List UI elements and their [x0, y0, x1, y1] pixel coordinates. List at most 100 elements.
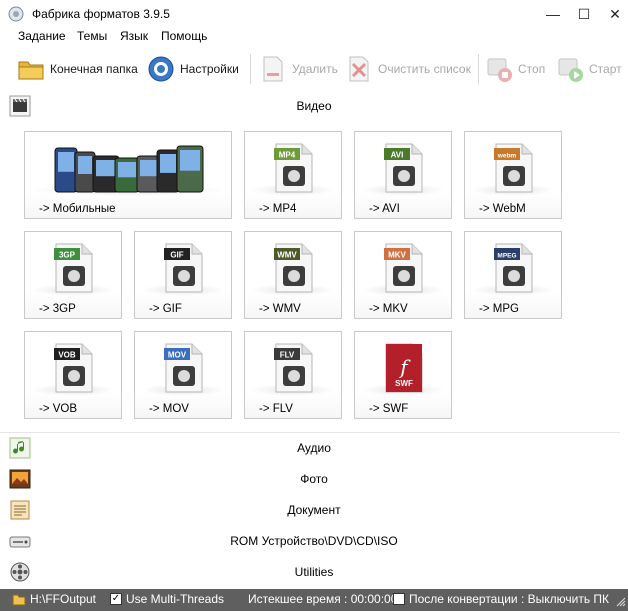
category-photo-label: Фото — [300, 472, 328, 486]
svg-text:GIF: GIF — [170, 251, 183, 260]
category-document-label: Документ — [287, 503, 341, 517]
output-folder-label: Конечная папка — [50, 62, 138, 76]
category-video-label: Видео — [296, 99, 332, 113]
settings-gear-icon — [146, 54, 176, 84]
mov-file-icon: MOV — [164, 343, 203, 393]
menu-help[interactable]: Помощь — [161, 29, 207, 43]
after-conversion-checkbox[interactable] — [393, 593, 405, 605]
svg-text:MPEG: MPEG — [497, 253, 516, 260]
svg-text:MP4: MP4 — [279, 151, 296, 160]
menu-themes[interactable]: Темы — [77, 29, 107, 43]
format-tile-label: -> MP4 — [259, 203, 297, 215]
svg-text:MKV: MKV — [388, 251, 406, 260]
clear-list-label: Очистить список — [378, 62, 471, 76]
delete-label: Удалить — [292, 62, 338, 76]
category-audio[interactable]: Аудио — [0, 434, 628, 462]
minimize-button[interactable]: — — [536, 0, 570, 28]
divider — [0, 432, 620, 433]
delete-document-icon — [258, 54, 288, 84]
wmv-file-icon: WMV — [274, 243, 313, 293]
menu-bar: Задание Темы Язык Помощь — [0, 28, 628, 46]
category-rom-label: ROM Устройство\DVD\CD\ISO — [230, 534, 398, 548]
category-rom-device[interactable]: ROM Устройство\DVD\CD\ISO — [0, 527, 628, 555]
clear-list-button[interactable]: Очистить список — [344, 50, 471, 88]
format-tile-avi[interactable]: AVI -> AVI — [354, 131, 452, 219]
svg-text:3GP: 3GP — [59, 251, 76, 260]
stop-button[interactable]: Стоп — [484, 50, 545, 88]
swf-file-icon: SWFf — [385, 343, 423, 393]
format-tile-webm[interactable]: webm -> WebM — [464, 131, 562, 219]
output-folder-button[interactable]: Конечная папка — [16, 50, 138, 88]
format-tile-label: -> MOV — [149, 403, 189, 415]
svg-text:webm: webm — [497, 153, 517, 160]
format-tile-mpg[interactable]: MPEG -> MPG — [464, 231, 562, 319]
flv-file-icon: FLV — [274, 343, 313, 393]
output-path: H:\FFOutput — [30, 592, 97, 606]
format-tile-mkv[interactable]: MKV -> MKV — [354, 231, 452, 319]
toolbar-separator — [250, 54, 251, 84]
window-title: Фабрика форматов 3.9.5 — [32, 7, 170, 21]
gif-file-icon: GIF — [164, 243, 203, 293]
menu-language[interactable]: Язык — [120, 29, 148, 43]
avi-file-icon: AVI — [384, 143, 423, 193]
mpg-file-icon: MPEG — [494, 243, 533, 293]
stop-icon — [484, 54, 514, 84]
format-tile-label: -> VOB — [39, 403, 78, 415]
format-tile-mp4[interactable]: MP4 -> MP4 — [244, 131, 342, 219]
toolbar-separator — [478, 54, 479, 84]
mobile-devices-icon — [54, 145, 204, 193]
category-utilities[interactable]: Utilities — [0, 558, 628, 586]
mkv-file-icon: MKV — [384, 243, 423, 293]
format-tile-label: -> WebM — [479, 203, 526, 215]
app-logo-icon — [8, 6, 24, 22]
svg-text:VOB: VOB — [58, 351, 76, 360]
resize-grip-icon[interactable] — [616, 597, 626, 607]
menu-task[interactable]: Задание — [18, 29, 66, 43]
webm-file-icon: webm — [494, 143, 533, 193]
toolbar: Конечная папка Настройки Удалить Очистит… — [0, 50, 628, 88]
format-tile-label: -> 3GP — [39, 303, 76, 315]
format-tile-swf[interactable]: SWF f -> SWF — [354, 331, 452, 419]
format-tile-3gp[interactable]: 3GP -> 3GP — [24, 231, 122, 319]
format-tile-flv[interactable]: FLV -> FLV — [244, 331, 342, 419]
category-photo[interactable]: Фото — [0, 465, 628, 493]
format-tile-label: -> SWF — [369, 403, 409, 415]
multithreads-toggle[interactable]: ✓ Use Multi-Threads — [110, 592, 224, 606]
maximize-button[interactable]: ☐ — [567, 0, 601, 28]
mp4-file-icon: MP4 — [274, 143, 313, 193]
status-bar: H:\FFOutput ✓ Use Multi-Threads Истекшее… — [0, 589, 628, 611]
format-tile-label: -> MKV — [369, 303, 408, 315]
stop-label: Стоп — [518, 62, 546, 76]
start-label: Старт — [589, 62, 622, 76]
category-utilities-label: Utilities — [294, 565, 334, 579]
format-tile-label: -> AVI — [369, 203, 400, 215]
category-document[interactable]: Документ — [0, 496, 628, 524]
settings-button[interactable]: Настройки — [146, 50, 239, 88]
format-tile-mobile[interactable]: -> Мобильные — [24, 131, 232, 219]
multithreads-label: Use Multi-Threads — [126, 592, 225, 606]
format-tile-vob[interactable]: VOB -> VOB — [24, 331, 122, 419]
start-icon — [555, 54, 585, 84]
format-tile-gif[interactable]: GIF -> GIF — [134, 231, 232, 319]
elapsed-time-text: Истекшее время : 00:00:00 — [248, 592, 398, 606]
vob-file-icon: VOB — [54, 343, 93, 393]
format-tile-label: -> Мобильные — [39, 203, 116, 215]
format-tile-mov[interactable]: MOV -> MOV — [134, 331, 232, 419]
format-tile-wmv[interactable]: WMV -> WMV — [244, 231, 342, 319]
folder-icon — [12, 594, 26, 605]
folder-icon — [16, 54, 46, 84]
output-path-item[interactable]: H:\FFOutput — [12, 592, 96, 606]
category-video[interactable]: Видео — [0, 92, 628, 120]
format-tile-label: -> GIF — [149, 303, 182, 315]
elapsed-time: Истекшее время : 00:00:00 — [248, 592, 397, 606]
start-button[interactable]: Старт — [555, 50, 622, 88]
title-bar: Фабрика форматов 3.9.5 — ☐ ✕ — [0, 0, 628, 28]
multithreads-checkbox[interactable]: ✓ — [110, 593, 122, 605]
category-audio-label: Аудио — [297, 441, 331, 455]
svg-text:AVI: AVI — [391, 151, 404, 160]
delete-button[interactable]: Удалить — [258, 50, 338, 88]
svg-text:FLV: FLV — [280, 351, 295, 360]
svg-text:SWF: SWF — [395, 379, 413, 388]
after-conversion-toggle[interactable]: После конвертации : Выключить ПК — [393, 592, 609, 606]
close-button[interactable]: ✕ — [598, 0, 628, 28]
